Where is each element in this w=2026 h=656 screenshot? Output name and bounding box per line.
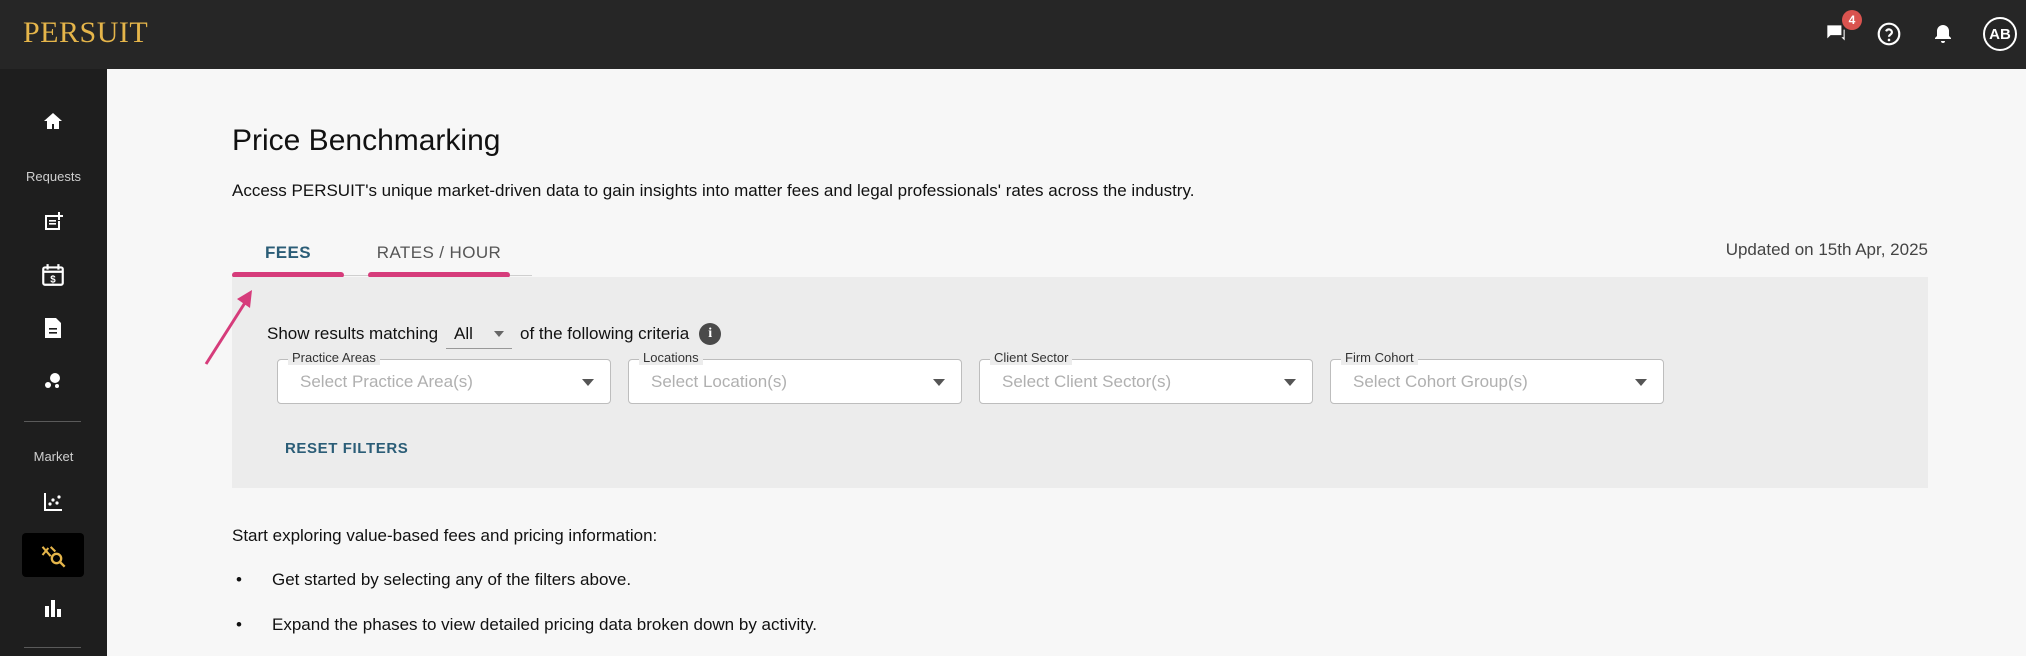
updated-date: Updated on 15th Apr, 2025 <box>1725 240 1928 259</box>
field-placeholder: Select Location(s) <box>651 372 788 391</box>
match-mode-value: All <box>454 323 473 343</box>
field-label: Practice Areas <box>288 350 380 365</box>
persuit-logo[interactable]: PERSUIT <box>23 16 148 50</box>
user-avatar[interactable]: AB <box>1983 17 2017 51</box>
annotation-arrow-icon <box>204 290 252 365</box>
chevron-down-icon <box>1284 379 1296 386</box>
sidebar-section-requests: Requests <box>26 169 81 184</box>
intro-bullet-list: Get started by selecting any of the filt… <box>232 570 817 656</box>
sidebar-divider <box>24 647 81 648</box>
intro-text: Start exploring value-based fees and pri… <box>232 526 658 545</box>
chevron-down-icon <box>582 379 594 386</box>
firm-cohort-select[interactable]: Firm Cohort Select Cohort Group(s) <box>1330 350 1664 404</box>
chevron-down-icon <box>933 379 945 386</box>
list-item: Get started by selecting any of the filt… <box>232 570 817 615</box>
match-suffix-label: of the following criteria <box>520 324 690 343</box>
practice-areas-select[interactable]: Practice Areas Select Practice Area(s) <box>277 350 611 404</box>
sidebar-divider <box>24 421 81 422</box>
page-description: Access PERSUIT's unique market-driven da… <box>232 181 1195 200</box>
chevron-down-icon <box>494 331 505 337</box>
filter-panel: Show results matching All of the followi… <box>232 277 1928 488</box>
price-benchmark-icon[interactable] <box>22 533 84 577</box>
help-icon[interactable] <box>1873 18 1905 50</box>
tab-fees[interactable]: FEES <box>232 230 344 278</box>
field-label: Firm Cohort <box>1341 350 1418 365</box>
bar-chart-icon[interactable] <box>22 586 84 630</box>
client-sector-select[interactable]: Client Sector Select Client Sector(s) <box>979 350 1313 404</box>
document-icon[interactable] <box>22 306 84 350</box>
field-placeholder: Select Cohort Group(s) <box>1353 372 1528 391</box>
sidebar-section-market: Market <box>33 449 74 464</box>
tab-label: FEES <box>264 243 311 262</box>
svg-text:$: $ <box>50 275 56 286</box>
sidebar: Requests $ Market <box>0 69 107 656</box>
info-icon[interactable]: i <box>699 323 722 345</box>
reset-filters-button[interactable]: RESET FILTERS <box>285 440 408 457</box>
bubbles-icon[interactable] <box>22 358 84 402</box>
tab-bar: FEES RATES / HOUR <box>232 230 532 278</box>
match-mode-select[interactable]: All <box>446 319 513 349</box>
new-request-icon[interactable] <box>22 200 84 244</box>
page-title: Price Benchmarking <box>232 124 501 157</box>
tab-label: RATES / HOUR <box>376 243 502 262</box>
messages-count-badge: 4 <box>1842 10 1862 30</box>
locations-select[interactable]: Locations Select Location(s) <box>628 350 962 404</box>
field-label: Client Sector <box>990 350 1073 365</box>
bell-icon[interactable] <box>1927 18 1959 50</box>
field-label: Locations <box>639 350 703 365</box>
match-prefix-label: Show results matching <box>267 324 439 343</box>
match-criteria-row: Show results matching All of the followi… <box>267 319 722 349</box>
top-bar: PERSUIT 4 AB <box>0 0 2026 69</box>
field-placeholder: Select Client Sector(s) <box>1002 372 1172 391</box>
scatter-chart-icon[interactable] <box>22 480 84 524</box>
calendar-dollar-icon[interactable]: $ <box>22 253 84 297</box>
field-placeholder: Select Practice Area(s) <box>300 372 473 391</box>
chevron-down-icon <box>1635 379 1647 386</box>
tab-rates-hour[interactable]: RATES / HOUR <box>368 230 510 278</box>
list-item: Expand the phases to view detailed prici… <box>232 615 817 656</box>
home-icon[interactable] <box>22 99 84 143</box>
